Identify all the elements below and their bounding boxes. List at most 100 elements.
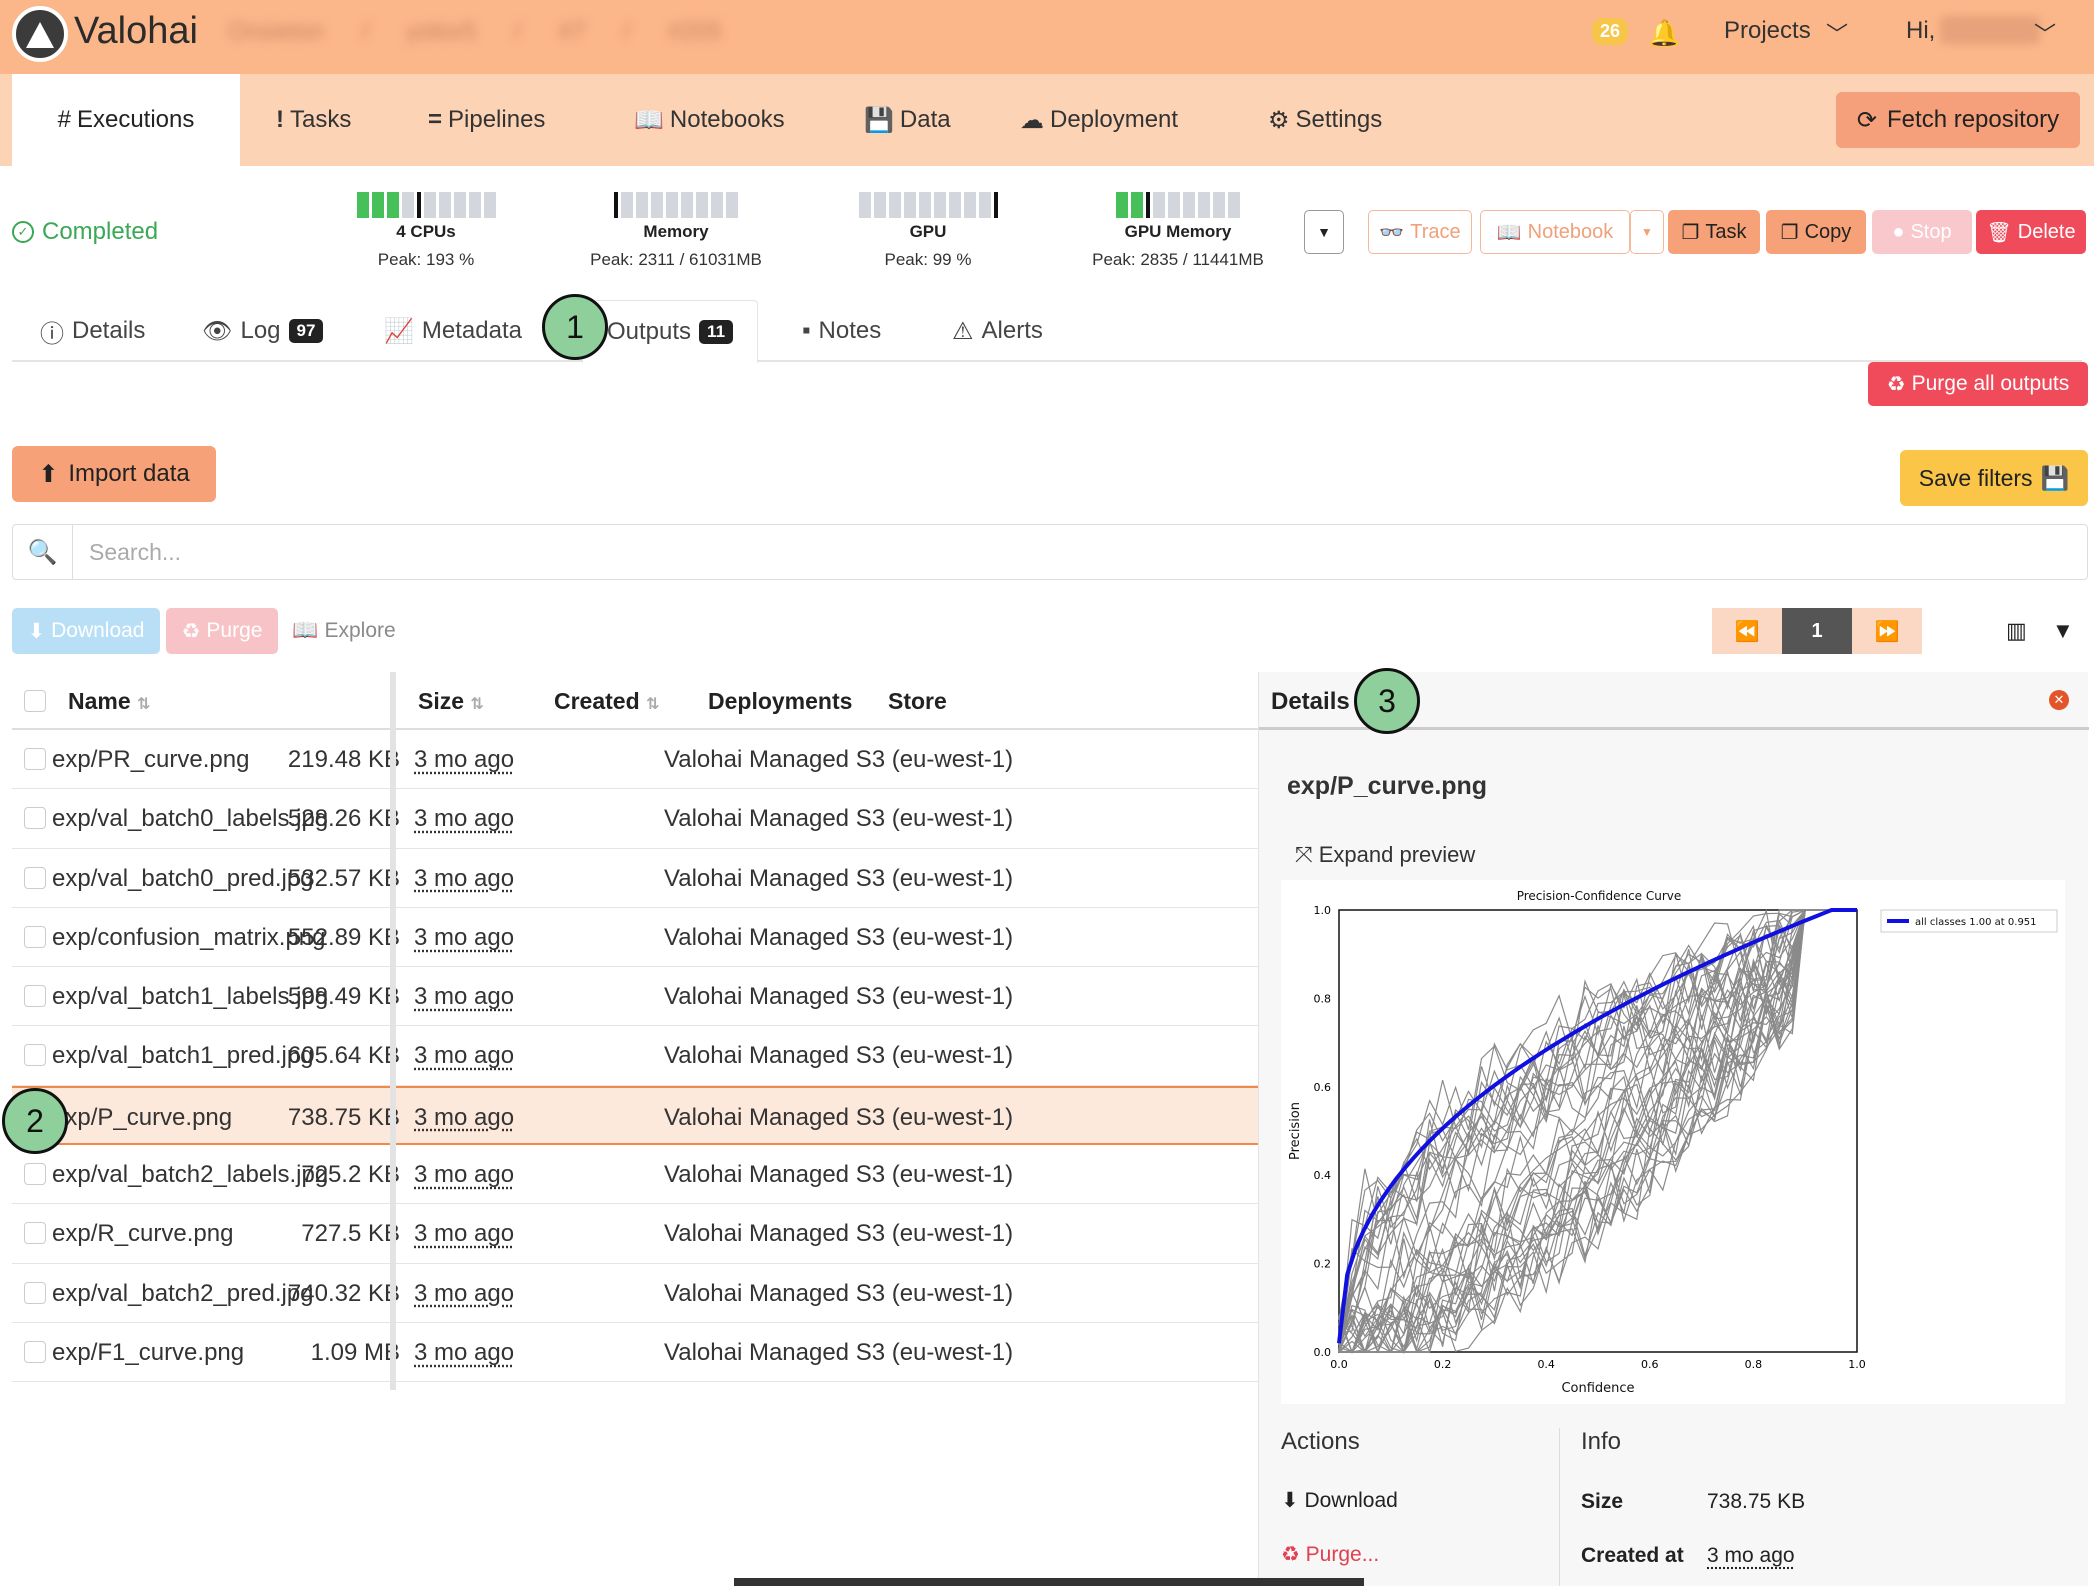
file-name[interactable]: exp/val_batch0_labels.jpg [52, 805, 328, 833]
table-row[interactable]: exp/val_batch2_labels.jpg 725.2 KB 3 mo ag… [12, 1145, 1258, 1204]
fetch-repository-button[interactable]: ⟳ Fetch repository [1836, 92, 2080, 148]
table-row[interactable]: exp/confusion_matrix.png 552.89 KB 3 mo ag… [12, 908, 1258, 967]
notebook-button[interactable]: 📖 Notebook [1480, 210, 1630, 254]
columns-icon[interactable]: ▥ [2006, 618, 2027, 644]
file-name[interactable]: exp/PR_curve.png [52, 746, 249, 774]
table-row[interactable]: exp/PR_curve.png 219.48 KB 3 mo ago Valohai… [12, 730, 1258, 789]
select-all-checkbox[interactable] [24, 690, 46, 712]
file-name[interactable]: exp/val_batch2_pred.jpg [52, 1280, 314, 1308]
delete-button[interactable]: 🗑 Delete [1976, 210, 2086, 254]
bell-icon[interactable]: 🔔 [1648, 18, 1680, 49]
row-checkbox[interactable] [24, 985, 46, 1007]
chart-line-icon: 📈 [384, 317, 414, 346]
row-checkbox[interactable] [24, 1222, 46, 1244]
chevron-down-icon[interactable]: ﹀ [2034, 17, 2056, 49]
execution-status: ✓ Completed [12, 218, 158, 246]
user-menu[interactable]: Hi, [1906, 17, 1935, 45]
expand-preview-button[interactable]: ⤧ Expand preview [1295, 842, 1475, 868]
row-checkbox[interactable] [24, 748, 46, 770]
tab-pipelines[interactable]: = Pipelines [428, 74, 545, 166]
row-checkbox[interactable] [24, 926, 46, 948]
file-name[interactable]: exp/P_curve.png [52, 1104, 232, 1132]
table-row[interactable]: exp/val_batch1_labels.jpg 598.49 KB 3 mo a… [12, 967, 1258, 1026]
row-checkbox[interactable] [24, 867, 46, 889]
breadcrumb-item[interactable]: #205 [668, 18, 721, 46]
row-checkbox[interactable] [24, 1341, 46, 1363]
tab-executions[interactable]: # Executions [12, 74, 240, 166]
file-name[interactable]: exp/val_batch1_labels.jpg [52, 983, 328, 1011]
breadcrumb-item[interactable]: Onsieton [228, 18, 324, 46]
save-filters-button[interactable]: Save filters 💾 [1900, 450, 2088, 506]
search-input[interactable] [89, 535, 1989, 569]
purge-all-outputs-button[interactable]: ♻ Purge all outputs [1868, 362, 2088, 406]
column-divider[interactable] [390, 672, 396, 1390]
tab-tasks[interactable]: ! Tasks [276, 74, 351, 166]
pagination: ⏪ 1 ⏩ [1712, 608, 1922, 654]
tab-notebooks[interactable]: 📖 Notebooks [634, 74, 785, 166]
more-actions-dropdown[interactable]: ▼ [1304, 210, 1344, 254]
tab-deployment[interactable]: ☁ Deployment [1020, 74, 1178, 166]
tab-notes[interactable]: ▪ Notes [802, 300, 881, 362]
file-name[interactable]: exp/val_batch2_labels.jpg [52, 1161, 328, 1189]
valohai-logo-icon[interactable] [12, 6, 68, 62]
close-icon[interactable]: ✕ [2049, 690, 2069, 710]
breadcrumb-item[interactable]: yolov5 [407, 18, 476, 46]
row-checkbox[interactable] [24, 1282, 46, 1304]
file-name[interactable]: exp/val_batch0_pred.jpg [52, 865, 314, 893]
current-page[interactable]: 1 [1782, 608, 1852, 654]
table-row[interactable]: exp/val_batch1_pred.jpg 605.64 KB 3 mo ago… [12, 1026, 1258, 1085]
purge-selected-button[interactable]: ♻ Purge [166, 608, 278, 654]
trash-icon: 🗑 [1986, 220, 2011, 245]
file-name[interactable]: exp/F1_curve.png [52, 1339, 244, 1367]
breadcrumb: Onsieton / yolov5 / #7 / #205 [228, 18, 722, 46]
created-at-label: Created at [1581, 1544, 1684, 1568]
tab-metadata[interactable]: 📈 Metadata [384, 300, 522, 362]
tab-details[interactable]: ⓘ Details [40, 300, 145, 362]
column-created[interactable]: Created ⇅ [554, 688, 659, 715]
table-row[interactable]: exp/val_batch2_pred.jpg 740.32 KB 3 mo ago… [12, 1264, 1258, 1323]
tab-data[interactable]: 💾 Data [864, 74, 951, 166]
table-row[interactable]: exp/R_curve.png 727.5 KB 3 mo ago Valohai M… [12, 1204, 1258, 1263]
stop-button[interactable]: ● Stop [1872, 210, 1972, 254]
copy-button[interactable]: ❐ Copy [1766, 210, 1866, 254]
table-row[interactable]: exp/val_batch0_labels.jpg 528.26 KB 3 mo a… [12, 789, 1258, 848]
tab-settings[interactable]: ⚙ Settings [1268, 74, 1382, 166]
table-row[interactable]: exp/F1_curve.png 1.09 MB 3 mo ago Valohai M… [12, 1323, 1258, 1382]
notification-count-badge[interactable]: 26 [1592, 18, 1628, 45]
purge-action[interactable]: ♻ Purge... [1281, 1542, 1379, 1567]
prev-page-button[interactable]: ⏪ [1712, 608, 1782, 654]
column-size[interactable]: Size ⇅ [418, 688, 484, 715]
top-bar: Valohai Onsieton / yolov5 / #7 / #205 26… [0, 0, 2094, 74]
explore-button[interactable]: 📖 Explore [284, 608, 404, 654]
tab-log[interactable]: 👁 Log 97 [202, 300, 323, 362]
file-name[interactable]: exp/confusion_matrix.png [52, 924, 326, 952]
row-checkbox[interactable] [24, 1044, 46, 1066]
notebook-dropdown-toggle[interactable]: ▼ [1630, 210, 1664, 254]
task-button[interactable]: ❐ Task [1668, 210, 1760, 254]
table-row[interactable]: exp/val_batch0_pred.jpg 532.57 KB 3 mo ago… [12, 849, 1258, 908]
table-row[interactable]: exp/P_curve.png 738.75 KB 3 mo ago Valohai … [12, 1086, 1258, 1145]
legend-label: all classes 1.00 at 0.951 [1915, 917, 2037, 928]
brand-name[interactable]: Valohai [74, 10, 198, 53]
created-time: 3 mo ago [414, 746, 514, 774]
store-name: Valohai Managed S3 (eu-west-1) [664, 924, 1013, 952]
tab-outputs[interactable]: Outputs 11 [582, 300, 758, 364]
trace-button[interactable]: 👓 Trace [1368, 210, 1472, 254]
sort-icon: ⇅ [646, 696, 659, 713]
projects-menu[interactable]: Projects [1724, 17, 1811, 45]
filter-icon[interactable]: ▼ [2052, 618, 2074, 644]
file-name[interactable]: exp/val_batch1_pred.jpg [52, 1042, 314, 1070]
row-checkbox[interactable] [24, 807, 46, 829]
download-action[interactable]: ⬇ Download [1281, 1488, 1398, 1513]
row-checkbox[interactable] [24, 1163, 46, 1185]
download-selected-button[interactable]: ⬇ Download [12, 608, 160, 654]
x-tick-label: 1.0 [1848, 1358, 1866, 1371]
file-name[interactable]: exp/R_curve.png [52, 1220, 233, 1248]
chevron-down-icon[interactable]: ﹀ [1826, 17, 1848, 49]
import-data-button[interactable]: ⬆ Import data [12, 446, 216, 502]
next-page-button[interactable]: ⏩ [1852, 608, 1922, 654]
tab-alerts[interactable]: ⚠ Alerts [952, 300, 1043, 362]
column-name[interactable]: Name ⇅ [68, 688, 150, 715]
breadcrumb-item[interactable]: #7 [559, 18, 586, 46]
preview-image[interactable]: Precision-Confidence Curve 0.0 0.0 0.2 0.2 0… [1281, 880, 2065, 1404]
